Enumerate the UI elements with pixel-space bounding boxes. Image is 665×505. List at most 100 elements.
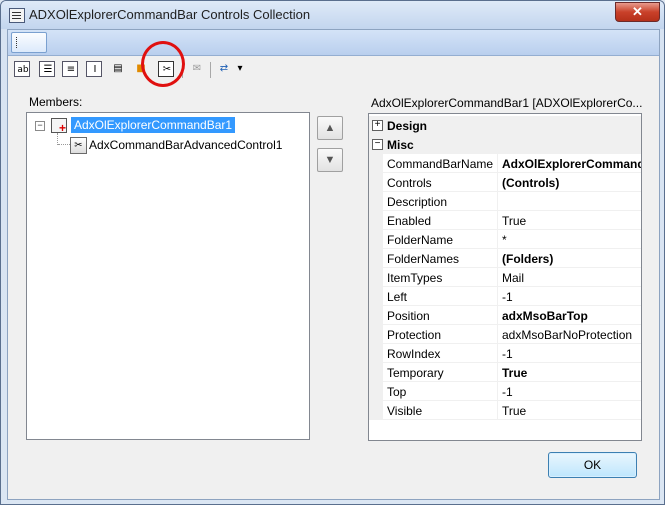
row-gutter bbox=[369, 211, 383, 230]
category-misc[interactable]: − Misc bbox=[369, 135, 641, 154]
property-value[interactable]: Mail bbox=[502, 271, 524, 285]
column-divider bbox=[497, 192, 498, 211]
property-value[interactable]: (Controls) bbox=[502, 176, 559, 190]
column-divider bbox=[497, 287, 498, 306]
property-name: Controls bbox=[387, 176, 432, 190]
column-divider bbox=[497, 325, 498, 344]
property-row[interactable]: CommandBarName AdxOlExplorerCommand bbox=[369, 154, 641, 173]
column-divider bbox=[497, 382, 498, 401]
property-value[interactable]: -1 bbox=[502, 290, 513, 304]
property-row[interactable]: Protection adxMsoBarNoProtection bbox=[369, 325, 641, 344]
row-gutter bbox=[369, 154, 383, 173]
property-name: FolderNames bbox=[387, 252, 460, 266]
row-gutter bbox=[369, 401, 383, 420]
commandbar-icon bbox=[51, 118, 67, 134]
expand-icon[interactable]: + bbox=[372, 120, 383, 131]
property-value[interactable]: True bbox=[502, 214, 526, 228]
property-name: Left bbox=[387, 290, 408, 304]
property-value[interactable]: (Folders) bbox=[502, 252, 553, 266]
property-name: Position bbox=[387, 309, 430, 323]
row-divider bbox=[383, 419, 641, 420]
property-row[interactable]: FolderName * bbox=[369, 230, 641, 249]
tree-item-child[interactable]: AdxCommandBarAdvancedControl1 bbox=[89, 137, 282, 153]
property-value[interactable]: True bbox=[502, 366, 527, 380]
close-button[interactable]: ✕ bbox=[615, 2, 660, 22]
property-value[interactable]: * bbox=[502, 233, 507, 247]
column-divider bbox=[497, 249, 498, 268]
popup-icon[interactable]: ⇄ bbox=[216, 61, 232, 77]
property-row[interactable]: Enabled True bbox=[369, 211, 641, 230]
move-up-button[interactable]: ▲ bbox=[317, 116, 343, 140]
textbox-icon[interactable]: ab bbox=[14, 61, 30, 77]
property-value[interactable]: -1 bbox=[502, 385, 513, 399]
property-row[interactable]: ItemTypes Mail bbox=[369, 268, 641, 287]
property-row[interactable]: RowIndex -1 bbox=[369, 344, 641, 363]
collapse-toggle[interactable]: − bbox=[35, 121, 45, 131]
row-gutter bbox=[369, 325, 383, 344]
command-bar-preview-button[interactable] bbox=[11, 32, 47, 53]
property-value[interactable]: True bbox=[502, 404, 526, 418]
move-down-button[interactable]: ▼ bbox=[317, 148, 343, 172]
row-gutter bbox=[369, 230, 383, 249]
property-name: Top bbox=[387, 385, 407, 399]
column-divider bbox=[497, 401, 498, 420]
property-name: Enabled bbox=[387, 214, 432, 228]
property-grid[interactable]: + Design − Misc CommandBarName AdxOlExplo… bbox=[368, 113, 642, 441]
label-icon[interactable]: I bbox=[86, 61, 102, 77]
property-row[interactable]: Top -1 bbox=[369, 382, 641, 401]
property-name: ItemTypes bbox=[387, 271, 443, 285]
column-divider bbox=[497, 268, 498, 287]
property-row[interactable]: Visible True bbox=[369, 401, 641, 420]
row-gutter bbox=[369, 249, 383, 268]
resize-grip[interactable] bbox=[641, 481, 651, 491]
property-name: Visible bbox=[387, 404, 423, 418]
property-row[interactable]: Controls (Controls) bbox=[369, 173, 641, 192]
property-row[interactable]: Position adxMsoBarTop bbox=[369, 306, 641, 325]
properties-header: AdxOlExplorerCommandBar1 [ADXOlExplorerC… bbox=[371, 96, 643, 110]
category-design[interactable]: + Design bbox=[369, 116, 641, 135]
window-title: ADXOlExplorerCommandBar Controls Collect… bbox=[29, 7, 311, 22]
chevron-down-icon[interactable]: ▾ bbox=[235, 61, 245, 77]
row-gutter bbox=[369, 306, 383, 325]
toolbar-separator bbox=[210, 62, 211, 78]
edit-icon[interactable]: ▤ bbox=[110, 61, 126, 77]
property-row[interactable]: Temporary True bbox=[369, 363, 641, 382]
ok-button[interactable]: OK bbox=[548, 452, 637, 478]
property-name: Protection bbox=[387, 328, 442, 342]
property-name: Description bbox=[387, 195, 448, 209]
property-row[interactable]: Description bbox=[369, 192, 641, 211]
window-icon bbox=[9, 8, 25, 23]
property-row[interactable]: FolderNames (Folders) bbox=[369, 249, 641, 268]
members-tree[interactable]: − AdxOlExplorerCommandBar1 ✂ AdxCommandB… bbox=[26, 112, 310, 440]
property-name: FolderName bbox=[387, 233, 454, 247]
row-gutter bbox=[369, 173, 383, 192]
title-bar: ADXOlExplorerCommandBar Controls Collect… bbox=[1, 1, 664, 29]
members-label: Members: bbox=[29, 95, 83, 109]
property-value[interactable]: adxMsoBarTop bbox=[502, 309, 588, 323]
column-divider bbox=[497, 211, 498, 230]
column-divider bbox=[497, 363, 498, 382]
highlight-circle bbox=[141, 41, 185, 87]
column-divider bbox=[497, 344, 498, 363]
tree-item-root[interactable]: AdxOlExplorerCommandBar1 bbox=[71, 117, 236, 133]
advanced-control-icon: ✂ bbox=[70, 137, 87, 154]
property-value[interactable]: AdxOlExplorerCommand bbox=[502, 157, 641, 171]
property-name: RowIndex bbox=[387, 347, 441, 361]
row-gutter bbox=[369, 268, 383, 287]
dropdown-icon[interactable]: ≡ bbox=[62, 61, 78, 77]
row-gutter bbox=[369, 363, 383, 382]
row-gutter bbox=[369, 344, 383, 363]
property-value[interactable]: -1 bbox=[502, 347, 513, 361]
column-divider bbox=[497, 173, 498, 192]
dialog-window: ADXOlExplorerCommandBar Controls Collect… bbox=[0, 0, 665, 505]
combobox-icon[interactable]: ☰ bbox=[39, 61, 55, 77]
collapse-icon[interactable]: − bbox=[372, 139, 383, 150]
category-label: Design bbox=[387, 119, 428, 133]
property-row[interactable]: Left -1 bbox=[369, 287, 641, 306]
property-name: CommandBarName bbox=[387, 157, 494, 171]
property-value[interactable]: adxMsoBarNoProtection bbox=[502, 328, 632, 342]
property-name: Temporary bbox=[387, 366, 444, 380]
disabled-icon: ✉ bbox=[192, 63, 202, 74]
row-gutter bbox=[369, 287, 383, 306]
row-gutter bbox=[369, 192, 383, 211]
